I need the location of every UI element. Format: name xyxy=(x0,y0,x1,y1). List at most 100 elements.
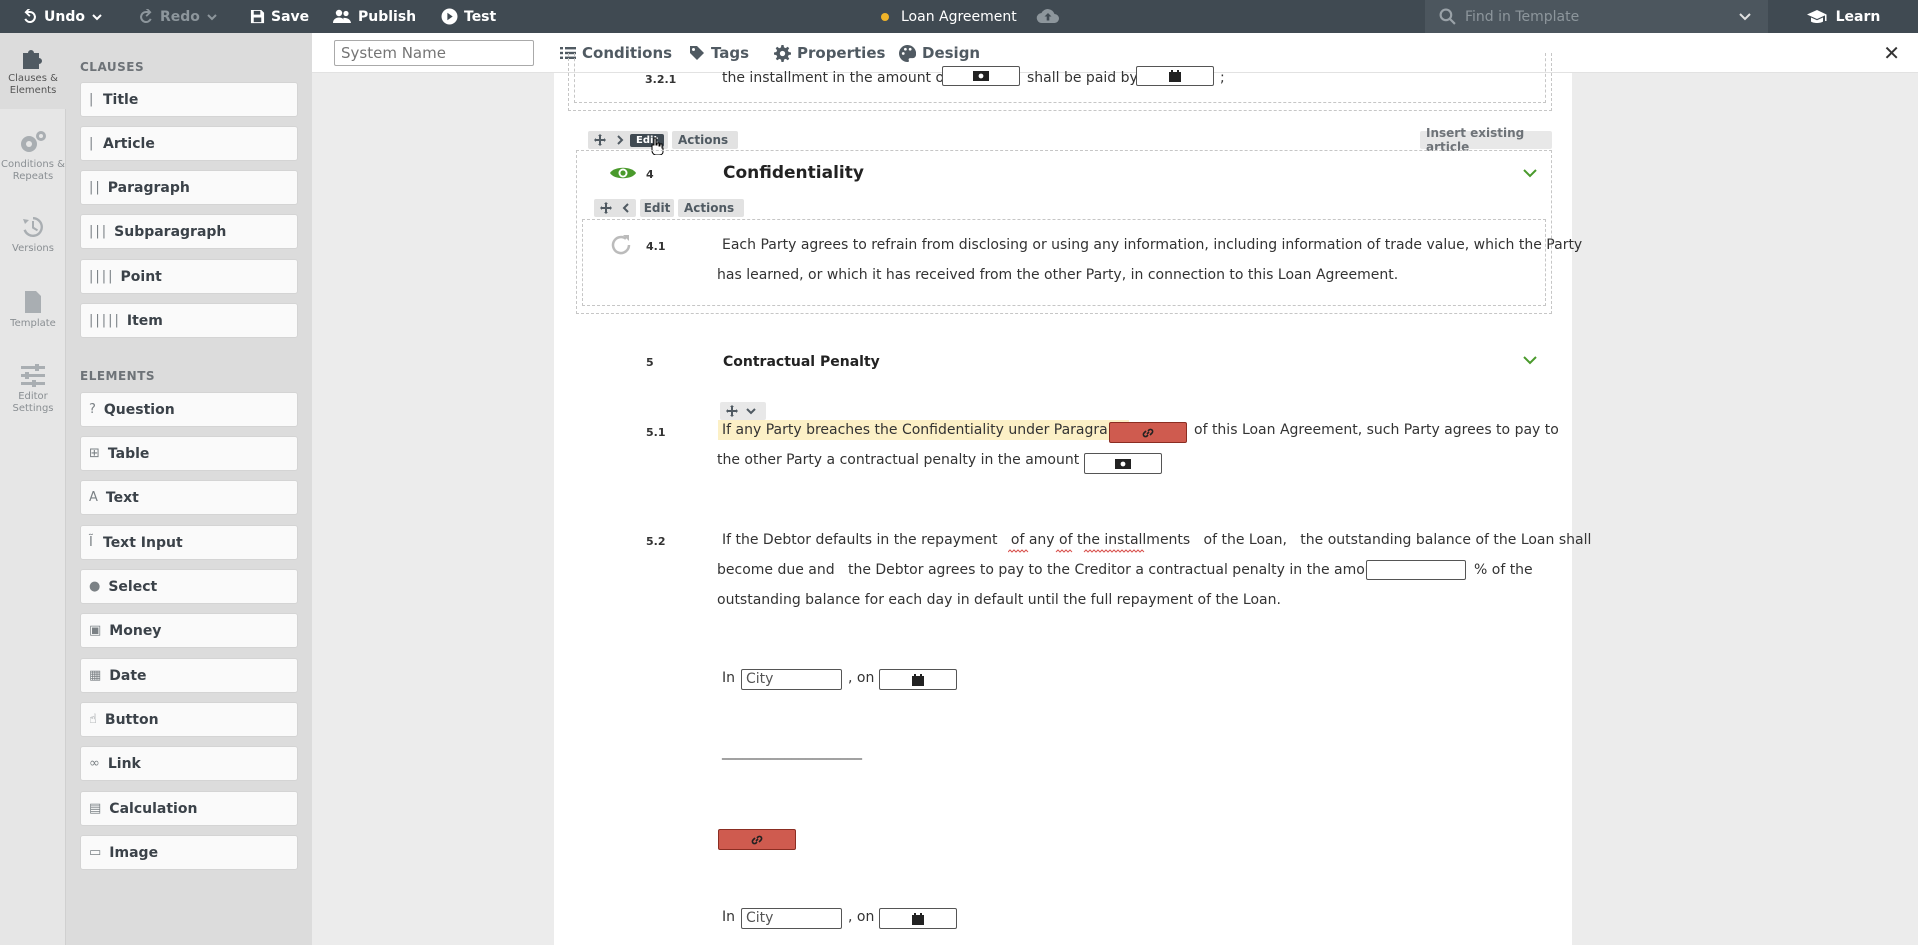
refresh-icon[interactable] xyxy=(609,233,633,257)
table-icon: ⊞ xyxy=(89,446,102,461)
palette-label: Title xyxy=(103,91,139,108)
palette-date[interactable]: ▦ Date xyxy=(80,658,298,693)
left-rail: Clauses & Elements Conditions & Repeats … xyxy=(0,33,66,945)
article-title: Contractual Penalty xyxy=(723,354,880,370)
redo-button[interactable]: Redo xyxy=(138,0,218,33)
learn-label: Learn xyxy=(1835,8,1881,25)
date-field[interactable] xyxy=(879,669,957,690)
paragraph-text: become due and the Debtor agrees to pay … xyxy=(717,562,1406,578)
palette-link[interactable]: ∞ Link xyxy=(80,746,298,781)
signature-line: ____________________ xyxy=(722,744,862,760)
find-in-template[interactable]: Find in Template xyxy=(1425,0,1768,33)
undo-label: Undo xyxy=(44,8,85,25)
insert-existing-article-button[interactable]: Insert existing article xyxy=(1420,126,1552,154)
spellcheck-underline xyxy=(1008,549,1145,553)
chevron-down-icon[interactable] xyxy=(1522,167,1538,179)
cloud-upload-icon[interactable] xyxy=(1036,5,1060,31)
palette-question[interactable]: ? Question xyxy=(80,392,298,427)
document-page: 3.2.1 the installment in the amount of s… xyxy=(554,53,1591,945)
paragraph-text: Each Party agrees to refrain from disclo… xyxy=(722,237,1583,253)
calendar-icon xyxy=(912,673,924,686)
chevron-down-icon[interactable] xyxy=(206,11,218,23)
top-toolbar: Undo Redo Save Publish Test Loan Agreeme… xyxy=(0,0,1918,33)
test-button[interactable]: Test xyxy=(441,0,496,33)
undo-button[interactable]: Undo xyxy=(22,0,103,33)
rail-template[interactable]: Template xyxy=(0,290,66,340)
paragraph-text: has learned, or which it has received fr… xyxy=(717,267,1399,283)
city-input[interactable]: City xyxy=(741,669,842,690)
font-icon: A xyxy=(89,490,100,505)
bar4-icon: |||| xyxy=(89,269,115,284)
close-button[interactable]: ✕ xyxy=(1883,41,1900,65)
chevron-down-icon[interactable] xyxy=(746,407,756,415)
palette-label: Image xyxy=(109,844,159,861)
paragraph-number: 5.2 xyxy=(646,535,666,548)
palette-point[interactable]: |||| Point xyxy=(80,259,298,294)
palette-paragraph[interactable]: || Paragraph xyxy=(80,170,298,205)
palette-calculation[interactable]: ▤ Calculation xyxy=(80,791,298,826)
move-icon[interactable] xyxy=(594,134,606,146)
paragraph-actions-dropdown[interactable]: Actions xyxy=(678,199,744,217)
paragraph-edit-button[interactable]: Edit xyxy=(640,199,674,217)
palette-title[interactable]: | Title xyxy=(80,82,298,117)
link-field[interactable] xyxy=(718,829,796,850)
palette-label: Question xyxy=(103,401,175,418)
palette-article[interactable]: | Article xyxy=(80,126,298,161)
paragraph-number: 5.1 xyxy=(646,426,666,439)
chevron-down-icon[interactable] xyxy=(1738,11,1752,23)
history-icon xyxy=(23,217,43,237)
redo-label: Redo xyxy=(160,8,200,25)
palette-button[interactable]: ☝ Button xyxy=(80,702,298,737)
palette-label: Select xyxy=(108,578,158,595)
text-cursor-icon: Ĩ xyxy=(89,535,95,550)
palette-text-input[interactable]: Ĩ Text Input xyxy=(80,525,298,560)
chevron-down-icon[interactable] xyxy=(1522,354,1538,366)
system-name-input[interactable] xyxy=(334,40,534,66)
signature-in-label: In xyxy=(722,909,736,925)
select-circle-icon: ● xyxy=(89,579,103,594)
palette-label: Link xyxy=(107,755,141,772)
rail-clauses-elements[interactable]: Clauses & Elements xyxy=(0,33,66,109)
move-icon[interactable] xyxy=(600,202,612,214)
palette-text[interactable]: A Text xyxy=(80,480,298,515)
actions-dropdown[interactable]: Actions xyxy=(672,131,738,149)
save-button[interactable]: Save xyxy=(250,0,309,33)
palette-subparagraph[interactable]: ||| Subparagraph xyxy=(80,214,298,249)
eye-icon[interactable] xyxy=(609,164,637,182)
rail-versions[interactable]: Versions xyxy=(0,215,66,265)
rail-conditions-repeats[interactable]: Conditions & Repeats xyxy=(0,129,66,189)
users-icon xyxy=(333,9,351,23)
palette-label: Calculation xyxy=(109,800,198,817)
learn-button[interactable]: Learn xyxy=(1768,0,1918,33)
palette-item[interactable]: ||||| Item xyxy=(80,303,298,338)
palette-label: Text Input xyxy=(103,534,183,551)
conditional-text-highlight[interactable]: If any Party breaches the Confidentialit… xyxy=(718,420,1130,440)
move-icon[interactable] xyxy=(726,405,738,417)
chevron-right-icon[interactable] xyxy=(616,135,624,145)
signature-in-label: In xyxy=(722,670,736,686)
palette-label: Article xyxy=(103,135,155,152)
money-field[interactable] xyxy=(1084,453,1162,474)
paragraph-number: 4.1 xyxy=(646,240,666,253)
city-input[interactable]: City xyxy=(741,908,842,929)
rail-editor-settings[interactable]: Editor Settings xyxy=(0,363,66,423)
clauses-heading: CLAUSES xyxy=(80,60,145,74)
percentage-input[interactable] xyxy=(1366,560,1466,580)
test-label: Test xyxy=(464,8,497,25)
date-field[interactable] xyxy=(879,908,957,929)
link-field[interactable] xyxy=(1109,422,1187,443)
palette-money[interactable]: ▣ Money xyxy=(80,613,298,648)
palette-label: Point xyxy=(120,268,162,285)
publish-button[interactable]: Publish xyxy=(332,0,416,33)
chevron-left-icon[interactable] xyxy=(622,203,630,213)
palette-select[interactable]: ● Select xyxy=(80,569,298,604)
palette-table[interactable]: ⊞ Table xyxy=(80,436,298,471)
edit-label: Edit xyxy=(643,201,671,215)
calendar-icon: ▦ xyxy=(89,668,104,683)
bar1-icon: | xyxy=(89,92,96,107)
palette-image[interactable]: ▭ Image xyxy=(80,835,298,870)
search-input[interactable]: Find in Template xyxy=(1465,9,1579,25)
chevron-down-icon[interactable] xyxy=(91,11,103,23)
calendar-icon xyxy=(912,912,924,925)
publish-label: Publish xyxy=(358,8,417,25)
